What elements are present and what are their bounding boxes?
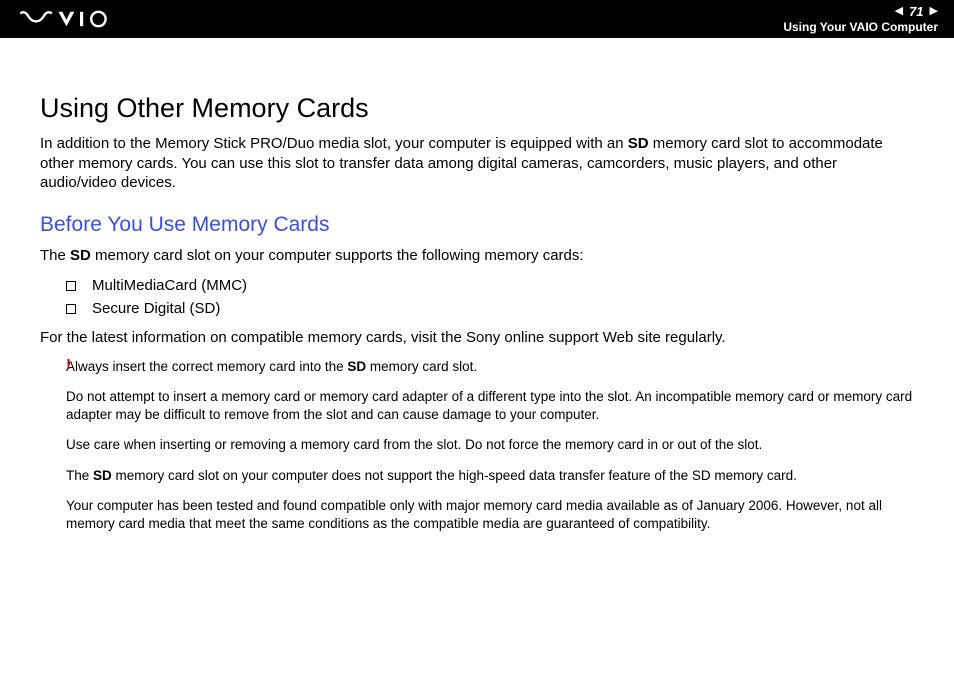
bullet-label: Secure Digital (SD)	[92, 300, 220, 317]
w4-pre: The	[66, 468, 93, 483]
support-line: The SD memory card slot on your computer…	[40, 245, 914, 266]
warning-line-1: Always insert the correct memory card in…	[66, 358, 914, 376]
header-right: ◀ 71 ▶ Using Your VAIO Computer	[783, 4, 938, 34]
w1-pre: Always insert the correct memory card in…	[66, 359, 347, 374]
support-post: memory card slot on your computer suppor…	[91, 247, 584, 264]
support-bold: SD	[70, 247, 91, 264]
bullet-box-icon	[66, 281, 76, 291]
w4-bold: SD	[93, 468, 112, 483]
section-subtitle: Before You Use Memory Cards	[40, 213, 914, 237]
intro-paragraph: In addition to the Memory Stick PRO/Duo …	[40, 134, 914, 193]
warning-line-5: Your computer has been tested and found …	[66, 497, 914, 533]
list-item: MultiMediaCard (MMC)	[40, 274, 914, 297]
w4-post: memory card slot on your computer does n…	[112, 468, 797, 483]
warning-icon: !	[66, 356, 71, 373]
w1-bold: SD	[347, 359, 366, 374]
prev-page-arrow-icon[interactable]: ◀	[895, 6, 903, 17]
intro-text-pre: In addition to the Memory Stick PRO/Duo …	[40, 135, 628, 152]
page-nav: ◀ 71 ▶	[783, 4, 938, 19]
next-page-arrow-icon[interactable]: ▶	[930, 6, 938, 17]
warning-line-2: Do not attempt to insert a memory card o…	[66, 388, 914, 424]
bullet-label: MultiMediaCard (MMC)	[92, 277, 247, 294]
bullet-box-icon	[66, 304, 76, 314]
warning-block: ! Always insert the correct memory card …	[40, 358, 914, 534]
page-number: 71	[909, 4, 923, 19]
page-title: Using Other Memory Cards	[40, 93, 914, 124]
warning-line-3: Use care when inserting or removing a me…	[66, 436, 914, 454]
support-pre: The	[40, 247, 70, 264]
latest-info: For the latest information on compatible…	[40, 328, 914, 348]
warning-line-4: The SD memory card slot on your computer…	[66, 467, 914, 485]
section-label: Using Your VAIO Computer	[783, 20, 938, 34]
bullet-list: MultiMediaCard (MMC) Secure Digital (SD)	[40, 274, 914, 320]
list-item: Secure Digital (SD)	[40, 297, 914, 320]
w1-post: memory card slot.	[366, 359, 477, 374]
header-bar: ◀ 71 ▶ Using Your VAIO Computer	[0, 0, 954, 38]
intro-text-bold: SD	[628, 135, 649, 152]
vaio-logo	[20, 10, 116, 28]
page-content: Using Other Memory Cards In addition to …	[0, 38, 954, 565]
